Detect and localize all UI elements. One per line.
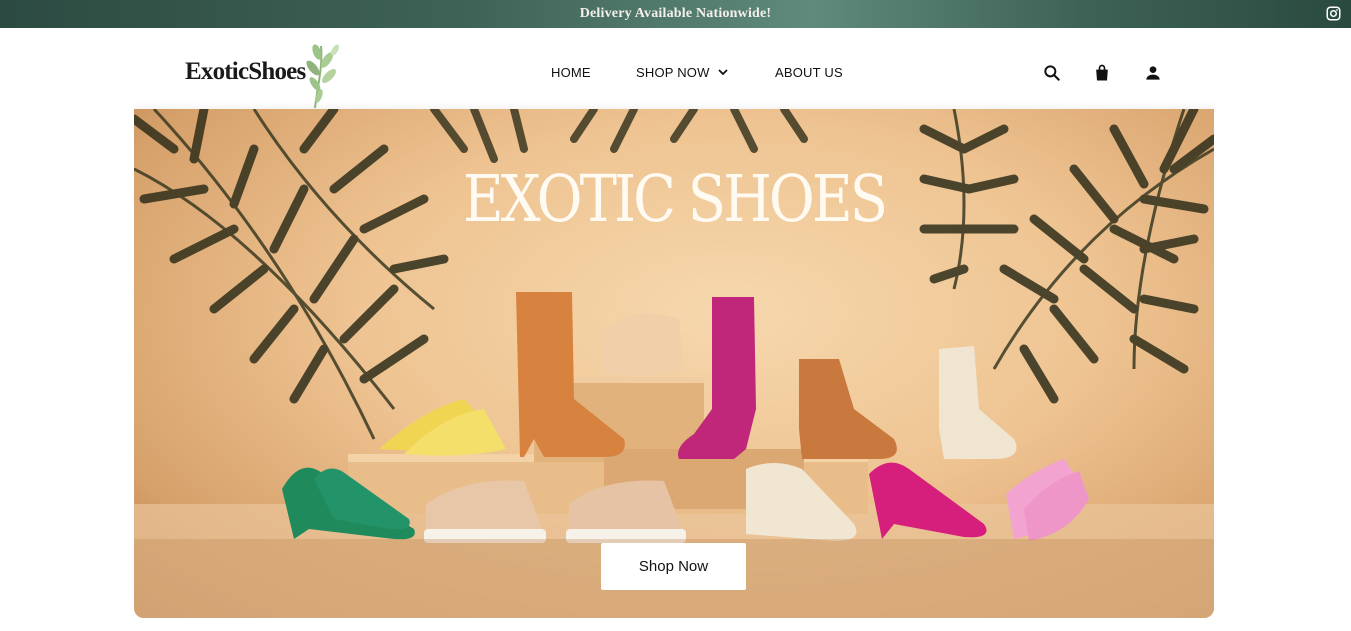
announcement-text: Delivery Available Nationwide! xyxy=(579,6,772,21)
nav-about-us-label: ABOUT US xyxy=(775,65,843,80)
hero-title: EXOTIC SHOES xyxy=(462,162,888,237)
logo-text: ExoticShoes xyxy=(185,58,306,85)
instagram-icon[interactable] xyxy=(1326,6,1341,21)
palm-shadow-left xyxy=(134,109,449,440)
announcement-bar: Delivery Available Nationwide! xyxy=(0,0,1351,28)
hero-banner: EXOTIC SHOES Shop Now xyxy=(134,109,1214,618)
brand-logo[interactable]: ExoticShoes xyxy=(185,38,355,110)
search-icon[interactable] xyxy=(1042,63,1062,83)
palm-shadow-top xyxy=(430,109,808,163)
nav-home-label: HOME xyxy=(551,65,591,80)
nav-shop-now-label: SHOP NOW xyxy=(636,65,710,80)
shopping-bag-icon[interactable] xyxy=(1092,63,1112,83)
shop-now-button[interactable]: Shop Now xyxy=(601,543,746,590)
chevron-down-icon xyxy=(717,69,728,76)
site-header: ExoticShoes HOME SHOP NOW ABOUT US xyxy=(0,28,1351,112)
nav-home[interactable]: HOME xyxy=(551,65,591,80)
nav-about-us[interactable]: ABOUT US xyxy=(775,65,843,80)
user-icon[interactable] xyxy=(1143,63,1163,83)
nav-shop-now[interactable]: SHOP NOW xyxy=(636,65,728,80)
